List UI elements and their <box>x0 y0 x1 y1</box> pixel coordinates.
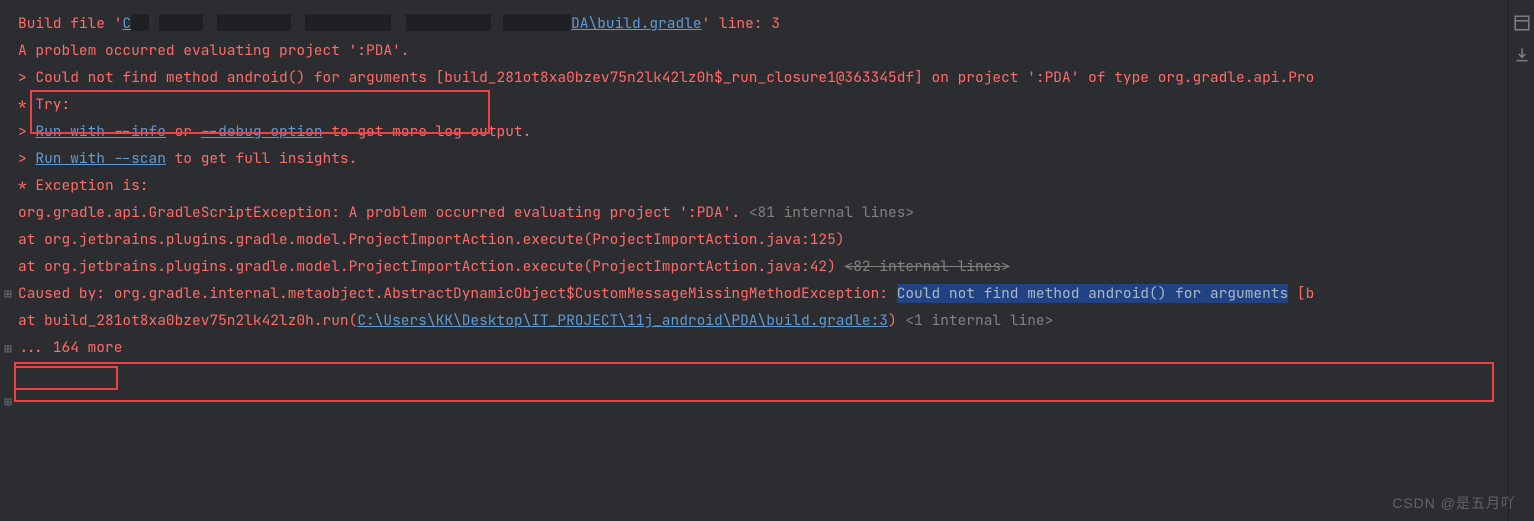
watermark: CSDN @是五月吖 <box>1392 493 1516 513</box>
right-toolbar <box>1508 0 1534 521</box>
text: at build_281ot8xa0bzev75n2lk42lz0h.run( <box>18 311 357 330</box>
text: [b <box>1288 284 1314 303</box>
fold-toggle-icon[interactable]: ⊞ <box>4 335 12 362</box>
run-scan-link[interactable]: Run with --scan <box>35 149 166 168</box>
text: org.gradle.internal.metaobject.AbstractD… <box>105 284 897 303</box>
problem-heading: A problem occurred evaluating project ':… <box>18 37 1500 64</box>
fold-toggle-icon[interactable]: ⊞ <box>4 280 12 307</box>
text: Build file ' <box>18 14 122 33</box>
stack-frame: ⊞ at build_281ot8xa0bzev75n2lk42lz0h.run… <box>18 307 1500 334</box>
exception-line-1: ⊞ org.gradle.api.GradleScriptException: … <box>18 199 1500 226</box>
text: org.gradle.api.GradleScriptException: A … <box>18 203 749 222</box>
text: at org.jetbrains.plugins.gradle.model.Pr… <box>18 257 845 276</box>
build-file-link-start[interactable]: C <box>122 14 131 33</box>
caused-by-label: Caused by: <box>18 284 105 303</box>
internal-lines-folded[interactable]: <81 internal lines> <box>749 203 914 222</box>
stack-frame: at org.jetbrains.plugins.gradle.model.Pr… <box>18 226 1500 253</box>
more-frames: ... 164 more <box>18 334 1500 361</box>
build-file-link-end[interactable]: DA\build.gradle <box>571 14 702 33</box>
exception-heading: * Exception is: <box>18 172 1500 199</box>
error-method-text: Could not find method android() for argu… <box>35 68 435 87</box>
expand-icon[interactable] <box>1513 14 1531 32</box>
text: ) <box>888 311 905 330</box>
source-file-link[interactable]: C:\Users\KK\Desktop\IT_PROJECT\11j_andro… <box>357 311 888 330</box>
build-output-console[interactable]: Build file 'C DA\build.gradle' line: 3 A … <box>0 0 1500 521</box>
build-file-line: Build file 'C DA\build.gradle' line: 3 <box>18 10 1500 37</box>
internal-lines-folded[interactable]: <1 internal line> <box>905 311 1053 330</box>
text: > <box>18 149 35 168</box>
text: to get full insights. <box>166 149 357 168</box>
error-detail-line: > Could not find method android() for ar… <box>18 64 1500 91</box>
try-option-2: > Run with --scan to get full insights. <box>18 145 1500 172</box>
redacted-path <box>131 14 571 31</box>
selected-error-text[interactable]: Could not find method android() for argu… <box>897 284 1289 303</box>
stack-frame: ⊞ at org.jetbrains.plugins.gradle.model.… <box>18 253 1500 280</box>
fold-toggle-icon[interactable]: ⊞ <box>4 388 12 415</box>
text: ' line: 3 <box>702 14 780 33</box>
text: [build_281ot8xa0bzev75n2lk42lz0h$_run_cl… <box>436 68 1315 87</box>
download-icon[interactable] <box>1513 46 1531 64</box>
annotation-box <box>30 90 490 134</box>
caused-by-line: Caused by: org.gradle.internal.metaobjec… <box>18 280 1500 307</box>
internal-lines-folded[interactable]: <82 internal lines> <box>845 257 1010 276</box>
text: > <box>18 68 35 87</box>
